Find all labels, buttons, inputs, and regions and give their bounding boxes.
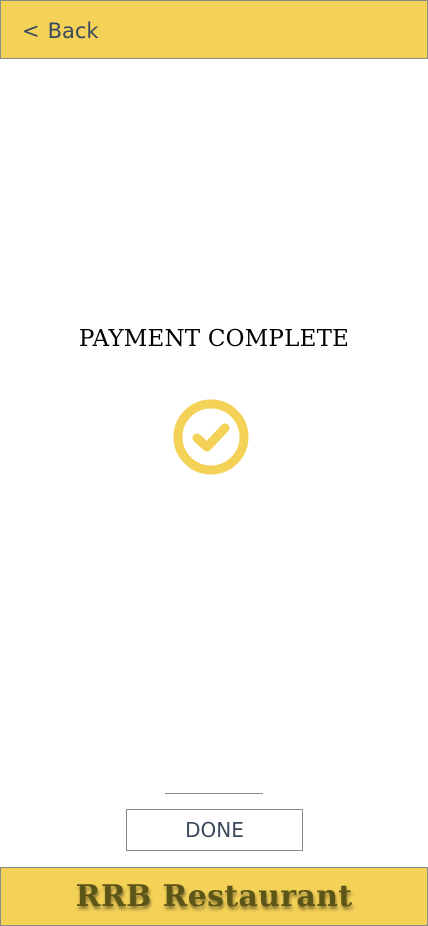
top-bar: < Back [0, 0, 428, 59]
page-title: PAYMENT COMPLETE [78, 326, 350, 352]
back-button[interactable]: < Back [22, 17, 99, 45]
done-button[interactable]: DONE [126, 809, 303, 851]
done-button-label: DONE [185, 818, 244, 842]
back-label: Back [47, 19, 99, 43]
check-circle-icon [171, 397, 251, 477]
chevron-left-icon: < [22, 19, 40, 43]
footer-bar: RRB Restaurant [0, 867, 428, 926]
brand-name: RRB Restaurant [75, 879, 353, 914]
divider [165, 793, 263, 794]
